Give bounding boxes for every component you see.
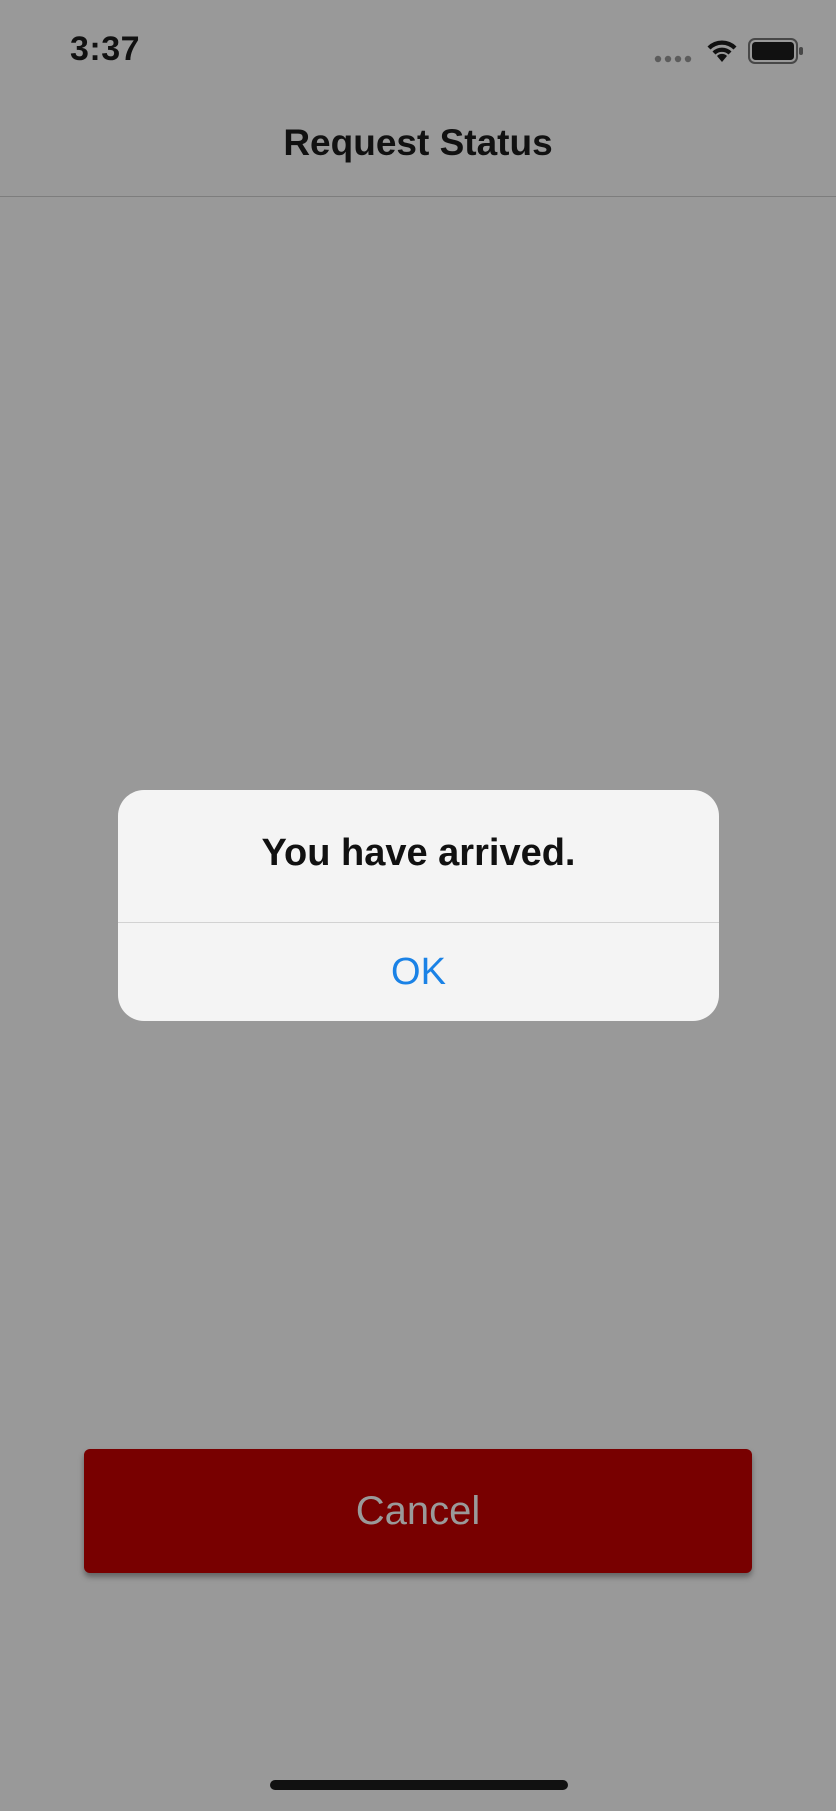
- signal-icon: [654, 55, 692, 63]
- alert-title: You have arrived.: [261, 832, 576, 874]
- wifi-icon: [707, 40, 737, 62]
- cancel-button[interactable]: Cancel: [84, 1449, 752, 1573]
- battery-icon: [748, 38, 803, 64]
- request-status-screen: 3:37 Request Status You have arrived at …: [0, 0, 836, 1811]
- ok-button[interactable]: OK: [118, 923, 719, 1021]
- alert-dialog: You have arrived. OK: [118, 790, 719, 1021]
- home-indicator[interactable]: [270, 1780, 568, 1790]
- navigation-bar: Request Status: [0, 100, 836, 197]
- status-time: 3:37: [70, 30, 141, 68]
- status-bar: 3:37: [0, 0, 836, 100]
- page-title: Request Status: [283, 122, 553, 163]
